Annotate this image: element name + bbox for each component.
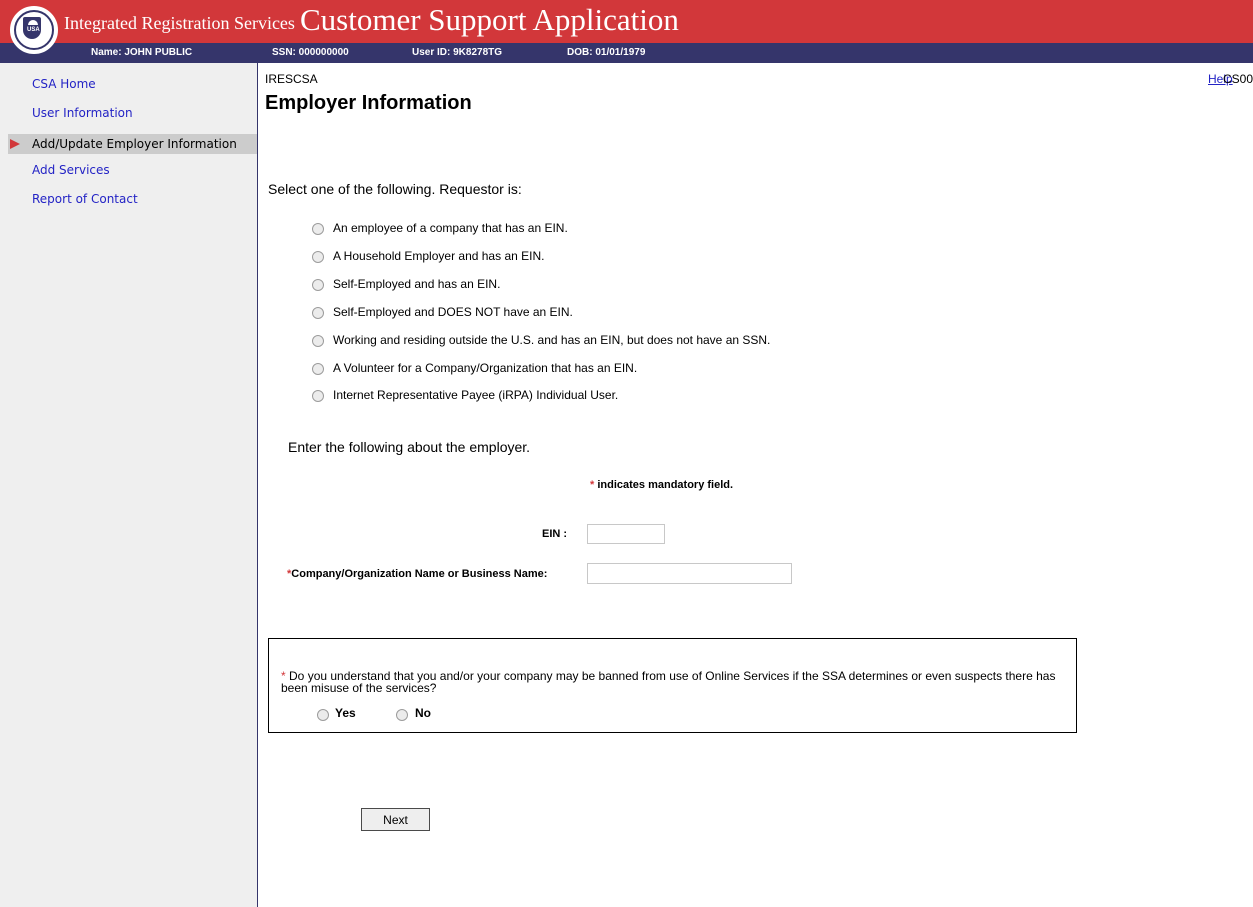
ssa-seal-logo: USA <box>10 6 58 54</box>
sidebar-item-csa-home[interactable]: CSA Home <box>32 77 96 91</box>
ban-question: * Do you understand that you and/or your… <box>281 670 1071 694</box>
seal-shield: USA <box>23 17 41 39</box>
no-radio[interactable] <box>396 709 408 721</box>
requestor-radio[interactable] <box>312 223 324 235</box>
requestor-radio[interactable] <box>312 251 324 263</box>
company-name-label: *Company/Organization Name or Business N… <box>287 568 547 580</box>
user-ssn: SSN: 000000000 <box>272 47 349 58</box>
sidebar-item-user-information[interactable]: User Information <box>32 106 133 120</box>
company-name-label-text: Company/Organization Name or Business Na… <box>291 568 548 580</box>
site-subtitle: Integrated Registration Services <box>64 13 295 33</box>
page-title: Employer Information <box>265 92 472 114</box>
user-dob: DOB: 01/01/1979 <box>567 47 646 58</box>
requestor-radio[interactable] <box>312 307 324 319</box>
requestor-option-label: Self-Employed and DOES NOT have an EIN. <box>333 305 573 319</box>
mandatory-note: * indicates mandatory field. <box>590 479 733 491</box>
sidebar-item-employer-information[interactable]: Add/Update Employer Information <box>8 134 257 154</box>
user-name: Name: JOHN PUBLIC <box>91 47 193 58</box>
requestor-option-label: Internet Representative Payee (iRPA) Ind… <box>333 388 619 402</box>
system-code: IRESCSA <box>265 72 318 86</box>
ein-input[interactable] <box>587 524 665 544</box>
ban-acknowledgement-box: * Do you understand that you and/or your… <box>268 638 1077 733</box>
requestor-radio[interactable] <box>312 390 324 402</box>
requestor-radio[interactable] <box>312 335 324 347</box>
requestor-option-label: Working and residing outside the U.S. an… <box>333 333 771 347</box>
company-name-input[interactable] <box>587 563 792 584</box>
yes-radio[interactable] <box>317 709 329 721</box>
requestor-radio[interactable] <box>312 279 324 291</box>
mandatory-note-text: indicates mandatory field. <box>597 479 734 491</box>
active-arrow-icon <box>10 139 20 149</box>
sidebar: CSA Home User Information Add/Update Emp… <box>0 63 258 907</box>
requestor-option-label: A Volunteer for a Company/Organization t… <box>333 361 638 375</box>
sidebar-item-label: Add/Update Employer Information <box>32 137 237 151</box>
user-info-bar: Name: JOHN PUBLIC SSN: 000000000 User ID… <box>0 43 1253 63</box>
seal-text: USA <box>27 27 40 33</box>
sidebar-item-add-services[interactable]: Add Services <box>32 163 110 177</box>
screen-code: CS006 <box>1223 72 1253 86</box>
requestor-option-label: An employee of a company that has an EIN… <box>333 221 568 235</box>
requestor-option-label: Self-Employed and has an EIN. <box>333 277 501 291</box>
yes-label: Yes <box>335 706 356 720</box>
next-button[interactable]: Next <box>361 808 430 831</box>
user-id: User ID: 9K8278TG <box>412 47 503 58</box>
ein-label: EIN : <box>542 528 568 540</box>
requestor-radio[interactable] <box>312 363 324 375</box>
seal-eagle-icon <box>28 20 38 25</box>
sidebar-item-report-of-contact[interactable]: Report of Contact <box>32 192 138 206</box>
ban-question-text: Do you understand that you and/or your c… <box>281 669 1056 695</box>
requestor-option-label: A Household Employer and has an EIN. <box>333 249 545 263</box>
required-marker: * <box>590 479 595 491</box>
requestor-prompt: Select one of the following. Requestor i… <box>268 181 522 197</box>
employer-prompt: Enter the following about the employer. <box>288 439 531 455</box>
app-title: Customer Support Application <box>300 2 679 37</box>
no-label: No <box>415 706 431 720</box>
